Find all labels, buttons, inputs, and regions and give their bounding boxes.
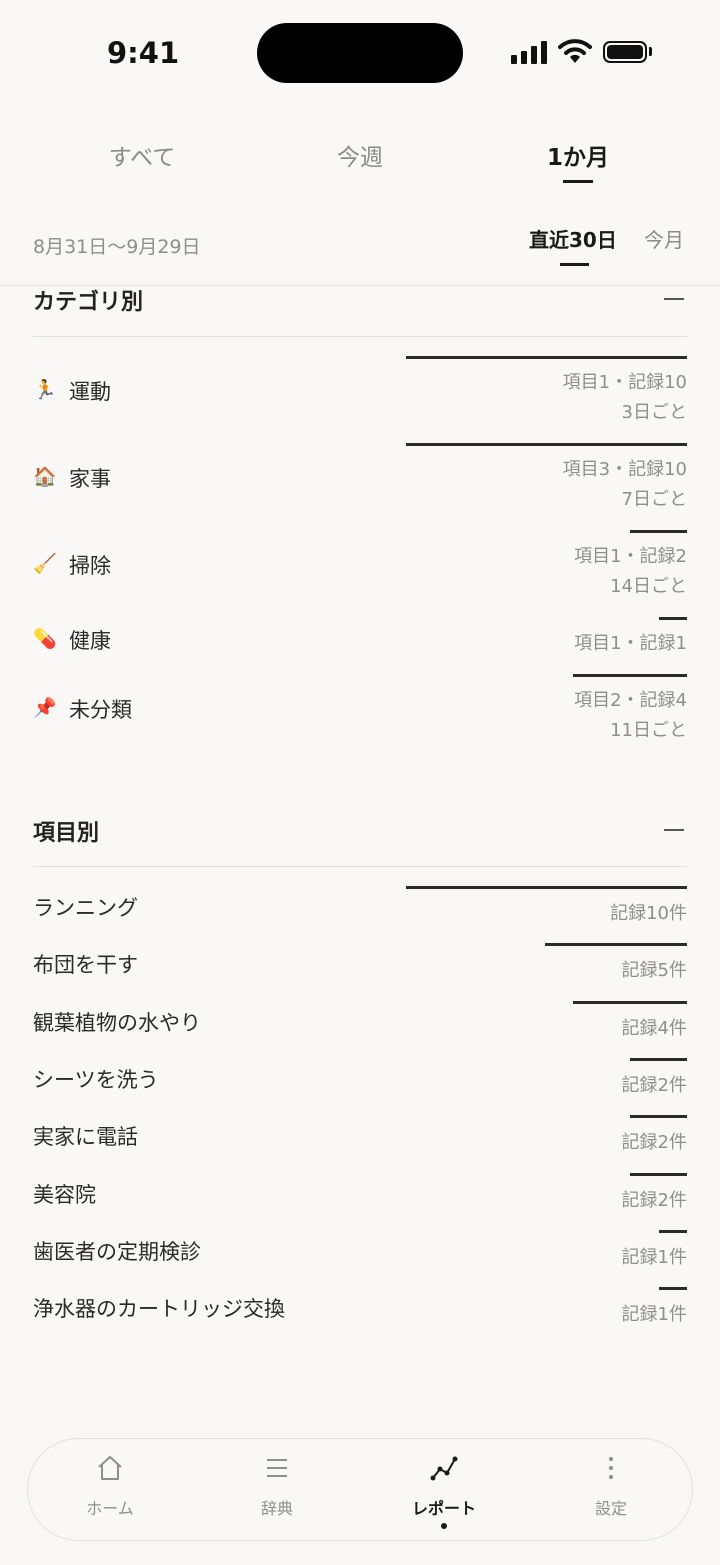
broom-icon: 🧹 [33, 553, 57, 575]
item-stat: 記録10件 [610, 903, 687, 924]
nav-report[interactable]: レポート [374, 1439, 514, 1542]
category-stat: 項目3・記録10 [562, 459, 687, 480]
item-bar [659, 1287, 687, 1291]
active-dot [441, 1523, 447, 1529]
tab-one-month[interactable]: 1か月 [547, 138, 609, 172]
category-row[interactable]: 🏃 運動 項目1・記録10 3日ごと [0, 356, 720, 436]
tab-all[interactable]: すべて [109, 138, 175, 172]
item-bar [630, 1115, 687, 1119]
item-stat: 記録4件 [621, 1017, 687, 1039]
category-bar [659, 617, 687, 620]
nav-settings[interactable]: 設定 [541, 1439, 681, 1542]
category-row[interactable]: 🏠 家事 項目3・記録10 7日ごと [0, 443, 720, 523]
item-name: 布団を干す [33, 953, 138, 978]
item-stat: 記録1件 [621, 1246, 687, 1268]
category-name: 未分類 [69, 698, 132, 722]
section-divider [33, 866, 687, 867]
section-title-item: 項目別 [33, 821, 100, 846]
category-name: 家事 [69, 467, 111, 491]
item-row[interactable]: 歯医者の定期検診 記録1件 [0, 1229, 720, 1280]
tab-active-indicator [563, 180, 593, 183]
category-bar [573, 674, 687, 677]
item-stat: 記録5件 [621, 960, 687, 982]
list-icon [267, 1459, 287, 1477]
status-bar: 9:41 [0, 0, 720, 100]
dynamic-island [257, 23, 463, 83]
item-row[interactable]: 観葉植物の水やり 記録4件 [0, 1000, 720, 1051]
item-name: 浄水器のカートリッジ交換 [33, 1297, 285, 1322]
home-icon [98, 1456, 122, 1480]
section-divider [33, 336, 687, 337]
chart-icon [430, 1456, 458, 1481]
category-name: 掃除 [69, 554, 111, 578]
category-bar [406, 443, 687, 446]
item-name: 美容院 [33, 1182, 96, 1207]
more-vertical-icon [609, 1457, 613, 1479]
item-name: ランニング [33, 896, 138, 920]
item-row[interactable]: ランニング 記録10件 [0, 886, 720, 936]
item-bar [630, 1057, 687, 1061]
item-bar [659, 1229, 687, 1233]
category-bar [406, 356, 687, 359]
nav-dictionary[interactable]: 辞典 [207, 1439, 347, 1542]
category-bar [630, 530, 687, 533]
category-row[interactable]: 📌 未分類 項目2・記録4 11日ごと [0, 674, 720, 754]
range-tab-last-30-days[interactable]: 直近30日 [529, 224, 617, 253]
tab-this-week[interactable]: 今週 [337, 138, 383, 172]
category-interval: 14日ごと [610, 576, 687, 597]
item-bar [630, 1172, 687, 1176]
nav-home[interactable]: ホーム [40, 1439, 180, 1542]
item-row[interactable]: シーツを洗う 記録2件 [0, 1057, 720, 1108]
item-row[interactable]: 実家に電話 記録2件 [0, 1115, 720, 1165]
category-stat: 項目1・記録1 [574, 633, 687, 654]
item-bar [573, 1000, 687, 1004]
item-bar [406, 886, 687, 889]
collapse-category-button[interactable] [664, 298, 684, 300]
range-tab-this-month[interactable]: 今月 [644, 224, 684, 253]
status-time: 9:41 [107, 36, 180, 70]
range-tab-indicator [560, 263, 589, 266]
category-name: 運動 [69, 380, 111, 404]
item-stat: 記録2件 [621, 1074, 687, 1096]
item-name: 歯医者の定期検診 [33, 1239, 201, 1264]
item-name: 観葉植物の水やり [33, 1010, 201, 1035]
category-interval: 7日ごと [621, 489, 687, 510]
item-row[interactable]: 浄水器のカートリッジ交換 記録1件 [0, 1287, 720, 1337]
item-name: シーツを洗う [33, 1067, 159, 1092]
collapse-item-button[interactable] [664, 829, 684, 831]
category-stat: 項目2・記録4 [574, 690, 687, 711]
cellular-signal-icon [511, 40, 549, 64]
category-interval: 11日ごと [610, 720, 687, 741]
item-stat: 記録2件 [621, 1189, 687, 1211]
bottom-nav: ホーム 辞典 レポート 設定 [27, 1438, 693, 1541]
item-stat: 記録2件 [621, 1132, 687, 1154]
category-stat: 項目1・記録2 [574, 546, 687, 567]
battery-icon [603, 41, 647, 63]
category-stat: 項目1・記録10 [562, 372, 687, 393]
category-name: 健康 [69, 629, 111, 653]
category-interval: 3日ごと [621, 402, 687, 423]
wifi-icon [558, 39, 592, 63]
running-icon: 🏃 [33, 379, 57, 401]
pushpin-icon: 📌 [33, 697, 57, 719]
item-name: 実家に電話 [33, 1125, 138, 1150]
pill-icon: 💊 [33, 628, 57, 650]
item-stat: 記録1件 [621, 1304, 687, 1326]
item-row[interactable]: 美容院 記録2件 [0, 1172, 720, 1223]
section-title-category: カテゴリ別 [33, 290, 144, 315]
house-icon: 🏠 [33, 466, 57, 488]
category-row[interactable]: 🧹 掃除 項目1・記録2 14日ごと [0, 530, 720, 610]
item-row[interactable]: 布団を干す 記録5件 [0, 943, 720, 993]
date-range: 8月31日〜9月29日 [33, 236, 201, 258]
item-bar [545, 943, 687, 947]
